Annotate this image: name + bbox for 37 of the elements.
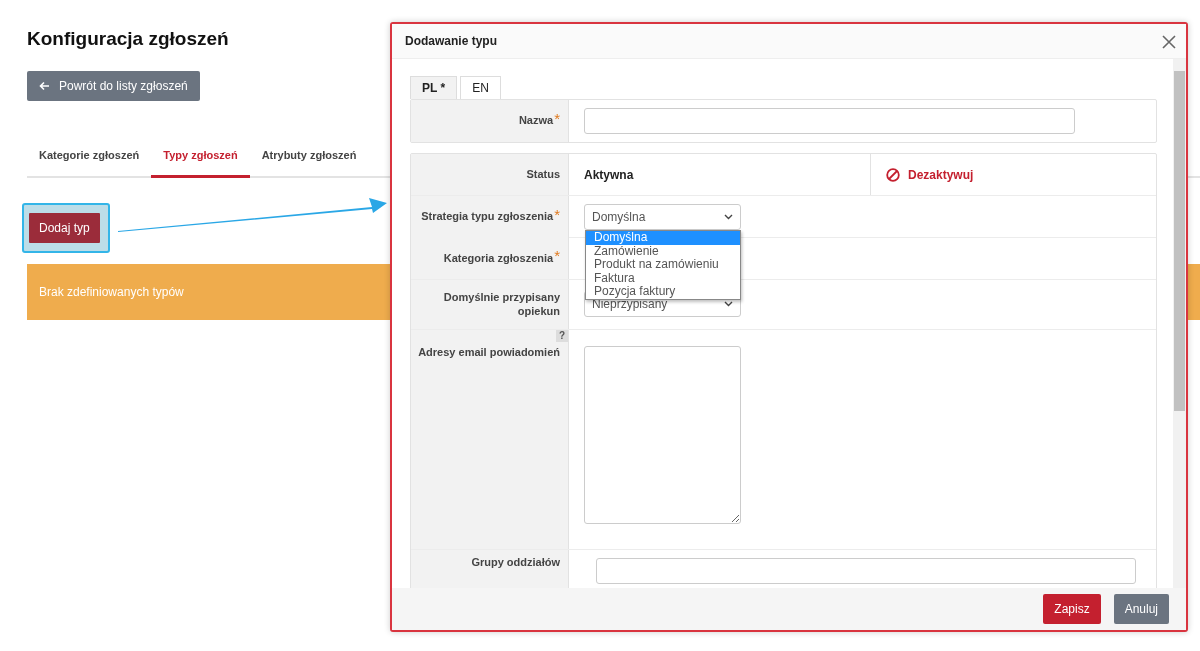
tab[interactable]: Kategorie zgłoszeń xyxy=(27,146,152,179)
close-icon xyxy=(1162,34,1176,49)
back-button[interactable]: Powrót do listy zgłoszeń xyxy=(27,70,200,101)
add-type-button[interactable]: Dodaj typ xyxy=(29,213,100,244)
group-input[interactable] xyxy=(596,558,1136,584)
name-input[interactable] xyxy=(584,108,1075,134)
field-label: Domyślnie przypisany opiekun xyxy=(442,290,560,319)
prohibited-icon xyxy=(886,167,900,182)
field-label: Grupy oddziałów xyxy=(471,556,560,570)
field-label: Nazwa xyxy=(518,114,554,128)
status-value: Aktywna xyxy=(584,166,634,184)
help-badge[interactable]: ? xyxy=(555,330,568,342)
select-value: Nieprzypisany xyxy=(592,297,668,313)
field-label: Adresy email powiadomień xyxy=(418,346,560,360)
field-label: Status xyxy=(526,167,560,182)
required-mark: * xyxy=(554,110,560,126)
modal-title: Dodawanie typu xyxy=(405,33,497,50)
language-tab[interactable]: EN xyxy=(460,76,501,99)
footer-button[interactable]: Anuluj xyxy=(1113,594,1169,624)
required-mark: * xyxy=(554,206,560,222)
page-title: Konfiguracja zgłoszeń xyxy=(27,28,229,51)
required-mark: * xyxy=(554,248,560,263)
chevron-down-icon xyxy=(724,301,733,307)
select-value: Domyślna xyxy=(592,209,646,226)
language-tab[interactable]: PL * xyxy=(410,76,458,99)
field-label: Strategia typu zgłoszenia xyxy=(421,210,554,224)
deactivate-link[interactable]: Dezaktywuj xyxy=(886,165,974,184)
dropdown-option[interactable]: Faktura xyxy=(586,271,740,285)
tab[interactable]: Typy zgłoszeń xyxy=(151,146,250,179)
arrow-left-icon xyxy=(39,80,50,91)
footer-button[interactable]: Zapisz xyxy=(1043,594,1101,624)
scrollbar[interactable] xyxy=(1173,59,1186,588)
email-textarea[interactable] xyxy=(584,346,741,524)
chevron-down-icon xyxy=(724,214,733,220)
tab[interactable]: Atrybuty zgłoszeń xyxy=(249,146,369,179)
field-label: Kategoria zgłoszenia xyxy=(443,251,554,266)
dropdown-option[interactable]: Zamówienie xyxy=(586,244,740,258)
